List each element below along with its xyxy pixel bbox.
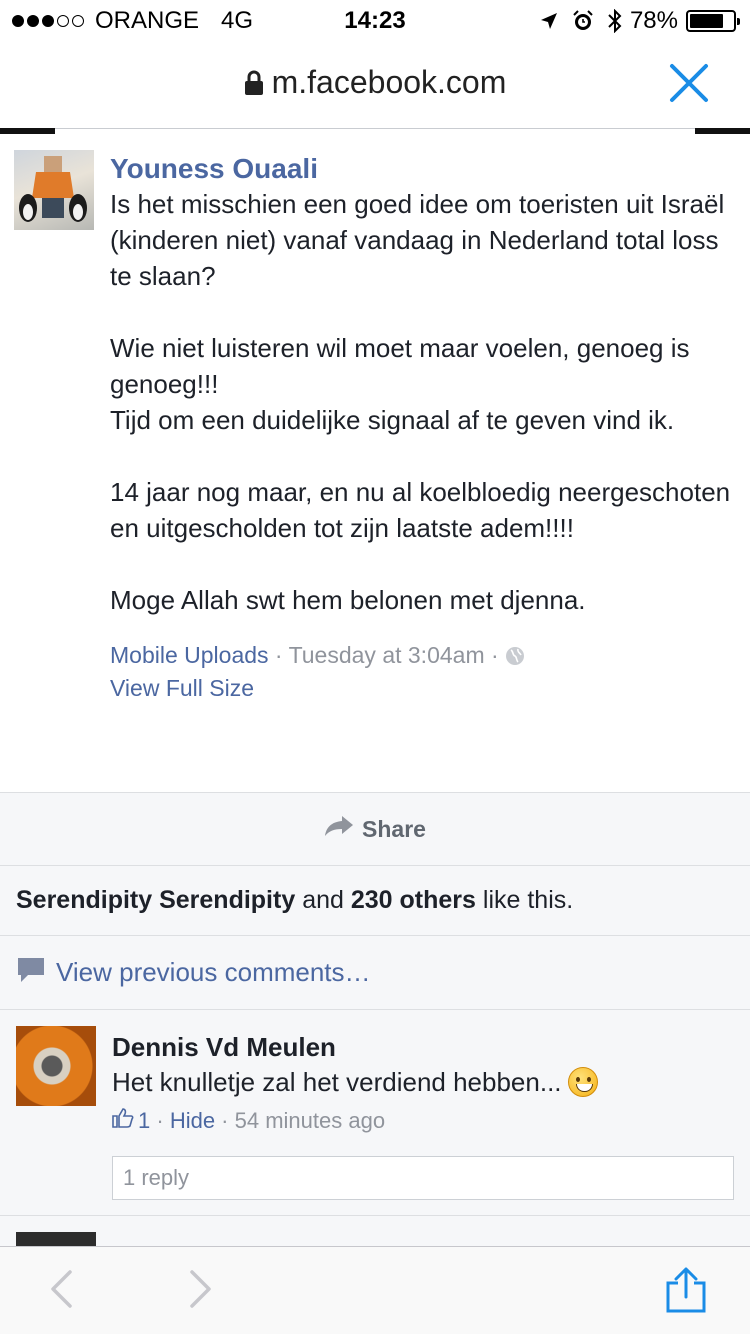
commenter-avatar[interactable] <box>16 1026 96 1106</box>
commenter-name[interactable]: Dennis Vd Meulen <box>112 1030 732 1064</box>
share-arrow-icon <box>324 815 362 843</box>
post: Youness Ouaali Is het misschien een goed… <box>0 134 750 792</box>
share-label: Share <box>362 815 426 842</box>
post-meta: Mobile Uploads · Tuesday at 3:04am · <box>110 640 740 673</box>
comment-body: Het knulletje zal het verdiend hebben... <box>112 1067 562 1097</box>
post-paragraph: Moge Allah swt hem belonen met djenna. <box>110 585 586 615</box>
address-field[interactable]: m.facebook.com <box>0 64 750 101</box>
lock-icon <box>244 70 264 96</box>
close-icon[interactable] <box>668 62 710 104</box>
likes-others[interactable]: 230 others <box>351 886 476 914</box>
comment-meta: 1 · Hide · 54 minutes ago <box>112 1106 732 1136</box>
location-arrow-icon <box>540 12 558 30</box>
battery-icon <box>686 10 740 32</box>
post-text: Is het misschien een goed idee om toeris… <box>110 186 740 618</box>
liker-name[interactable]: Serendipity Serendipity <box>16 886 295 914</box>
likes-and: and <box>302 886 344 914</box>
album-link[interactable]: Mobile Uploads <box>110 642 269 668</box>
post-author-name[interactable]: Youness Ouaali <box>110 152 740 186</box>
thumbs-up-icon[interactable] <box>112 1106 134 1136</box>
likes-summary[interactable]: Serendipity Serendipity and 230 others l… <box>0 866 750 936</box>
post-paragraph: 14 jaar nog maar, en nu al koelbloedig n… <box>110 477 731 543</box>
replies-link[interactable]: 1 reply <box>112 1156 734 1200</box>
share-bar: Share <box>0 792 750 866</box>
view-full-size-link[interactable]: View Full Size <box>110 673 740 703</box>
author-avatar[interactable] <box>14 150 94 230</box>
browser-url-bar: m.facebook.com <box>0 40 750 128</box>
comment: Dennis Vd Meulen Het knulletje zal het v… <box>0 1010 750 1216</box>
comment-like-count[interactable]: 1 <box>138 1106 150 1136</box>
globe-icon <box>505 643 525 673</box>
comment-timestamp[interactable]: 54 minutes ago <box>235 1106 385 1136</box>
comment <box>0 1216 750 1246</box>
alarm-clock-icon <box>572 10 594 32</box>
share-sheet-icon[interactable] <box>664 1267 708 1318</box>
url-domain: m.facebook.com <box>271 64 507 100</box>
bluetooth-icon <box>608 9 622 33</box>
forward-arrow-icon[interactable] <box>188 1269 214 1314</box>
view-previous-label: View previous comments… <box>56 957 371 987</box>
comment-bubble-icon <box>16 956 46 989</box>
comment-text: Het knulletje zal het verdiend hebben... <box>112 1064 732 1100</box>
post-paragraph: Is het misschien een goed idee om toeris… <box>110 189 725 291</box>
post-timestamp[interactable]: Tuesday at 3:04am <box>289 642 485 668</box>
post-paragraph: Wie niet luisteren wil moet maar voelen,… <box>110 333 690 435</box>
likes-suffix: like this. <box>482 886 574 914</box>
back-arrow-icon[interactable] <box>48 1269 74 1314</box>
status-bar: ORANGE 4G 14:23 78% <box>0 0 750 40</box>
battery-percentage: 78% <box>629 7 678 34</box>
commenter-avatar[interactable] <box>16 1232 96 1246</box>
share-button[interactable]: Share <box>324 815 426 843</box>
hide-comment-link[interactable]: Hide <box>170 1106 215 1136</box>
view-previous-comments[interactable]: View previous comments… <box>0 936 750 1010</box>
browser-toolbar <box>0 1246 750 1334</box>
grinning-emoji-icon <box>567 1067 598 1097</box>
